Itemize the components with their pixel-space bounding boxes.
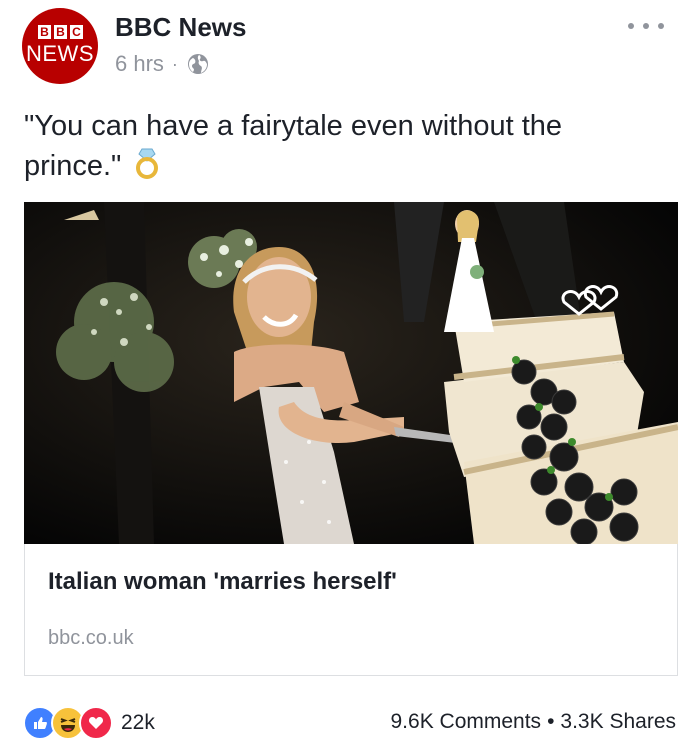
ring-icon — [133, 147, 161, 179]
stats-separator: • — [547, 710, 555, 733]
post-text-line2: prince." — [24, 146, 664, 186]
page-avatar[interactable]: B B C NEWS — [22, 8, 98, 84]
post-time[interactable]: 6 hrs — [115, 51, 164, 77]
reactions-summary[interactable]: 22k — [23, 706, 155, 740]
love-icon — [79, 706, 113, 740]
page-name-link[interactable]: BBC News — [115, 12, 246, 43]
post-meta: 6 hrs · — [115, 51, 210, 77]
bbc-logo: B B C — [38, 25, 83, 39]
post-header: B B C NEWS BBC News 6 hrs · — [0, 0, 700, 95]
link-title[interactable]: Italian woman 'marries herself' — [48, 568, 397, 596]
post-text-line: "You can have a fairytale even without t… — [24, 110, 563, 142]
wedding-photo[interactable] — [24, 202, 678, 544]
bbc-letter: C — [70, 25, 83, 39]
post-message: "You can have a fairytale even without t… — [24, 106, 664, 186]
meta-separator: · — [171, 53, 178, 74]
globe-icon — [186, 52, 210, 76]
more-options-icon[interactable] — [628, 14, 664, 38]
bbc-letter: B — [38, 25, 51, 39]
reaction-count: 22k — [121, 711, 155, 734]
post-footer: 22k 9.6K Comments • 3.3K Shares — [0, 700, 700, 748]
engagement-stats: 9.6K Comments • 3.3K Shares — [391, 710, 677, 734]
link-domain: bbc.co.uk — [48, 627, 134, 649]
news-word: NEWS — [26, 41, 94, 66]
shares-count[interactable]: 3.3K Shares — [560, 710, 676, 734]
comments-count[interactable]: 9.6K Comments — [391, 710, 542, 734]
link-preview-card[interactable]: Italian woman 'marries herself' bbc.co.u… — [24, 544, 678, 676]
bbc-letter: B — [54, 25, 67, 39]
